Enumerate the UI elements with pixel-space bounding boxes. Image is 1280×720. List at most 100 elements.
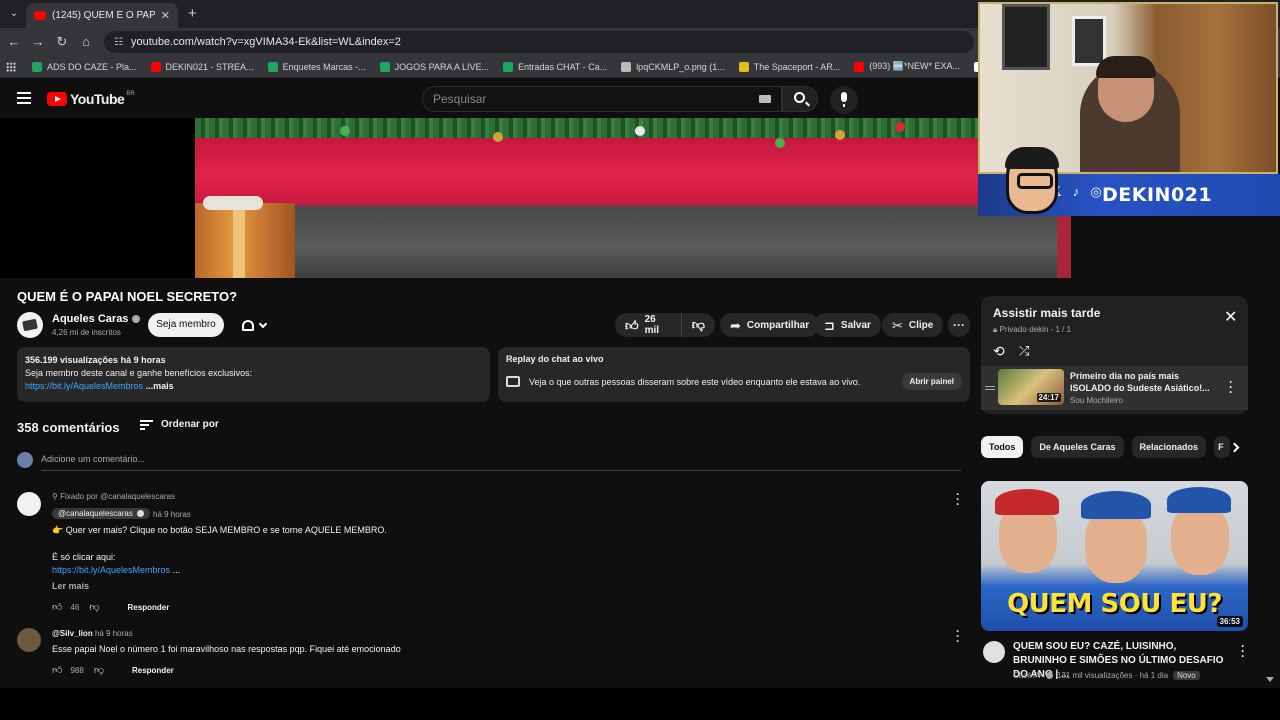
site-info-icon[interactable]: ☷ bbox=[114, 37, 123, 48]
description-text: Seja membro deste canal e ganhe benefíci… bbox=[25, 368, 253, 378]
bookmark-item[interactable]: JOGOS PARA A LIVE... bbox=[379, 61, 489, 72]
comment-author[interactable]: @Silv_lion há 9 horas bbox=[52, 629, 133, 638]
video-menu-icon[interactable]: · · · bbox=[1241, 640, 1245, 662]
url-text: youtube.com/watch?v=xgVIMA34-Ek&list=WL&… bbox=[130, 36, 401, 48]
show-more-link[interactable]: ...mais bbox=[146, 381, 174, 391]
comment-link[interactable]: https://bit.ly/AquelesMembros bbox=[52, 565, 170, 575]
address-bar[interactable]: ☷ youtube.com/watch?v=xgVIMA34-Ek&list=W… bbox=[104, 31, 974, 53]
bookmark-item[interactable]: DEKIN021 - STREA... bbox=[150, 61, 254, 72]
ornament bbox=[340, 126, 350, 136]
shuffle-icon[interactable]: ⤮ bbox=[1019, 343, 1029, 359]
pinned-by-text: Fixado por @canalaquelescaras bbox=[60, 492, 175, 501]
bookmark-item[interactable]: (993) 🆕*NEW* EXA... bbox=[854, 61, 960, 72]
bookmark-icon: ⊐ bbox=[824, 317, 835, 333]
search-input[interactable]: Pesquisar bbox=[422, 86, 782, 112]
dislike-button[interactable]: 👎︎ bbox=[682, 317, 715, 333]
comment-author[interactable]: @canalaquelescaras bbox=[52, 508, 150, 519]
bookmark-item[interactable]: ADS DO CAZE - Pla... bbox=[32, 61, 137, 72]
comment-menu-icon[interactable]: · · · bbox=[955, 625, 961, 647]
drag-handle-icon[interactable] bbox=[985, 386, 995, 390]
comment-actions: 👍︎ 988 👎︎ Responder bbox=[52, 664, 174, 676]
video-frame[interactable] bbox=[195, 118, 1071, 278]
close-icon[interactable]: ✕ bbox=[1224, 310, 1237, 326]
description-box[interactable]: 356.199 visualizações há 9 horas Seja me… bbox=[17, 347, 490, 402]
bookmark-item[interactable]: lpqCKMLP_o.png (1... bbox=[621, 61, 725, 72]
recommended-channel[interactable]: CazéTV bbox=[1013, 671, 1042, 680]
chat-replay-text: Veja o que outras pessoas disseram sobre… bbox=[529, 376, 861, 387]
new-tab-icon[interactable]: + bbox=[188, 5, 197, 22]
scroll-down-icon[interactable] bbox=[1266, 677, 1274, 682]
apps-grid-icon[interactable] bbox=[6, 61, 16, 72]
playlist-title[interactable]: Assistir mais tarde bbox=[993, 306, 1100, 320]
comment-text: É só clicar aqui: bbox=[52, 552, 116, 562]
sort-button[interactable]: Ordenar por bbox=[140, 419, 219, 430]
item-menu-icon[interactable]: · · · bbox=[1229, 376, 1233, 398]
chevron-down-icon bbox=[258, 319, 268, 328]
home-icon[interactable]: ⌂ bbox=[78, 34, 94, 50]
reload-icon[interactable]: ↻ bbox=[54, 34, 70, 50]
comment-like-count: 46 bbox=[70, 602, 80, 612]
playlist-item-thumbnail[interactable]: 24:17 bbox=[998, 369, 1064, 405]
streamer-webcam-overlay: 𝕏 ♪ ◎ DEKIN021 bbox=[978, 0, 1280, 216]
open-panel-button[interactable]: Abrir painel bbox=[901, 373, 962, 390]
share-button[interactable]: ➦ Compartilhar bbox=[720, 313, 820, 337]
sort-label: Ordenar por bbox=[161, 419, 219, 430]
clip-button[interactable]: ✂ Clipe bbox=[882, 313, 944, 337]
voice-search-button[interactable] bbox=[830, 86, 858, 114]
playlist-item-title[interactable]: Primeiro dia no país mais ISOLADO do Sud… bbox=[1070, 370, 1220, 394]
thumbs-up-icon[interactable]: 👍︎ bbox=[52, 664, 62, 676]
comment-time[interactable]: há 9 horas bbox=[153, 510, 191, 519]
chat-replay-title: Replay do chat ao vivo bbox=[506, 354, 604, 364]
comment-actions: 👍︎ 46 👎︎ Responder bbox=[52, 601, 169, 613]
chip-1[interactable]: De Aqueles Caras bbox=[1031, 436, 1124, 458]
chip-0[interactable]: Todos bbox=[981, 436, 1024, 458]
loop-icon[interactable]: ⟲ bbox=[993, 343, 1005, 360]
comment-ellipsis: ... bbox=[172, 565, 181, 575]
bookmark-item[interactable]: Entradas CHAT - Ca... bbox=[502, 61, 607, 72]
bookmark-item[interactable]: The Spaceport - AR... bbox=[738, 61, 840, 72]
youtube-logo[interactable]: YouTube BR bbox=[47, 91, 135, 107]
tab-list-icon[interactable]: ⌄ bbox=[6, 6, 22, 22]
search-button[interactable] bbox=[782, 86, 818, 112]
video-duration: 36:53 bbox=[1216, 616, 1243, 627]
thumbs-down-icon[interactable]: 👎︎ bbox=[94, 664, 104, 676]
add-comment-input[interactable]: Adicione um comentário... bbox=[41, 454, 961, 471]
close-tab-icon[interactable]: ✕ bbox=[161, 9, 170, 22]
more-actions-button[interactable]: ··· bbox=[948, 313, 970, 337]
back-icon[interactable]: ← bbox=[6, 34, 22, 50]
menu-icon[interactable] bbox=[17, 92, 31, 104]
playlist-item[interactable]: 24:17 Primeiro dia no país mais ISOLADO … bbox=[981, 366, 1248, 410]
comment-menu-icon[interactable]: · · · bbox=[955, 488, 961, 510]
comment-avatar[interactable] bbox=[17, 492, 41, 516]
join-button[interactable]: Seja membro bbox=[148, 313, 224, 337]
recommended-thumbnail[interactable]: QUEM SOU EU? 36:53 bbox=[981, 481, 1248, 631]
like-button[interactable]: 👍︎ 26 mil bbox=[615, 313, 682, 337]
comment-time: há 9 horas bbox=[94, 629, 133, 638]
bookmark-icon bbox=[738, 61, 749, 72]
chip-2[interactable]: Relacionados bbox=[1131, 436, 1207, 458]
save-button[interactable]: ⊐ Salvar bbox=[814, 313, 881, 337]
thumbs-up-icon[interactable]: 👍︎ bbox=[52, 601, 62, 613]
forward-icon[interactable]: → bbox=[30, 34, 46, 50]
keyboard-icon[interactable] bbox=[759, 95, 771, 103]
comment-avatar[interactable] bbox=[17, 628, 41, 652]
playlist-panel: Assistir mais tarde 🔒︎ Privado·dekin - 1… bbox=[981, 296, 1248, 414]
youtube-favicon-icon bbox=[34, 11, 46, 20]
channel-name[interactable]: Aqueles Caras bbox=[52, 313, 141, 325]
browser-tab[interactable]: (1245) QUEM É O PAPAI NOEL S ✕ bbox=[26, 3, 178, 28]
reply-button[interactable]: Responder bbox=[128, 603, 170, 612]
wall-poster bbox=[1002, 4, 1050, 70]
chip-3[interactable]: F bbox=[1214, 436, 1231, 458]
thumbs-up-icon: 👍︎ bbox=[625, 317, 639, 333]
read-more-link[interactable]: Ler mais bbox=[52, 581, 89, 591]
thumbs-down-icon[interactable]: 👎︎ bbox=[89, 601, 99, 613]
notification-button[interactable] bbox=[232, 313, 276, 337]
reply-button[interactable]: Responder bbox=[132, 666, 174, 675]
bookmark-item[interactable]: Enquetes Marcas -... bbox=[267, 61, 366, 72]
description-link[interactable]: https://bit.ly/AquelesMembros bbox=[25, 381, 143, 391]
channel-avatar[interactable] bbox=[983, 641, 1005, 663]
author-handle: @Silv_lion bbox=[52, 629, 93, 638]
channel-avatar[interactable] bbox=[17, 312, 43, 338]
search-placeholder: Pesquisar bbox=[433, 92, 487, 106]
video-player[interactable] bbox=[0, 118, 1071, 278]
